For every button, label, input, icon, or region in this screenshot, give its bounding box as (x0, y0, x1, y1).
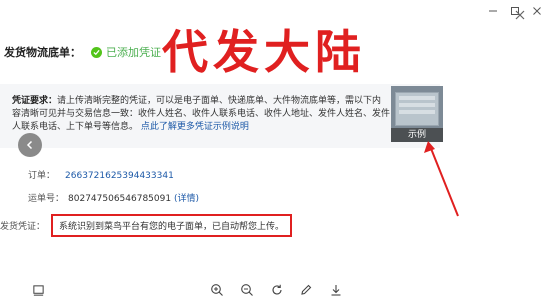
overlay-headline: 代发大陆 (162, 25, 366, 79)
download-icon[interactable] (326, 280, 346, 300)
waybill-label: 运单号： (28, 194, 65, 204)
voucher-row: 发货凭证： 系统识别到菜鸟平台有您的电子面单，已自动帮您上传。 (0, 214, 293, 237)
sample-thumbnail[interactable]: 示例 (391, 86, 443, 142)
rotate-icon[interactable] (267, 280, 287, 300)
requirements-title: 凭证要求： (12, 96, 58, 106)
image-toolbar (0, 277, 554, 303)
screen-icon[interactable] (28, 280, 48, 300)
waybill-detail-link[interactable]: (详情) (174, 194, 199, 204)
status-badge: 已添加凭证 (91, 44, 161, 60)
edit-icon[interactable] (296, 280, 316, 300)
order-value: 2663721625394433341 (65, 171, 174, 181)
waybill-field: 运单号： 802747506546785091 (详情) (28, 191, 199, 204)
dialog-close-icon[interactable] (514, 6, 528, 20)
requirements-text: 凭证要求：请上传清晰完整的凭证，可以是电子面单、快递底单、大件物流底单等，需以下… (12, 95, 390, 134)
waybill-value: 802747506546785091 (68, 194, 172, 204)
chevron-left-icon (26, 140, 33, 150)
voucher-label: 发货凭证： (0, 222, 46, 232)
check-icon (91, 46, 102, 58)
minimize-icon[interactable] (482, 6, 504, 20)
sample-image (395, 92, 439, 126)
voucher-message: 系统识别到菜鸟平台有您的电子面单，已自动帮您上传。 (51, 214, 293, 237)
requirements-link[interactable]: 点此了解更多凭证示例说明 (141, 122, 249, 132)
prev-button[interactable] (18, 133, 42, 157)
status-text: 已添加凭证 (106, 46, 161, 59)
header: 发货物流底单： 已添加凭证 (4, 44, 161, 60)
zoom-in-icon[interactable] (207, 280, 227, 300)
zoom-out-icon[interactable] (237, 280, 257, 300)
annotation-arrow (424, 141, 459, 217)
close-icon[interactable] (526, 6, 548, 20)
order-label: 订单： (28, 171, 56, 181)
order-field: 订单： 2663721625394433341 (28, 168, 174, 181)
header-label: 发货物流底单： (4, 46, 81, 59)
